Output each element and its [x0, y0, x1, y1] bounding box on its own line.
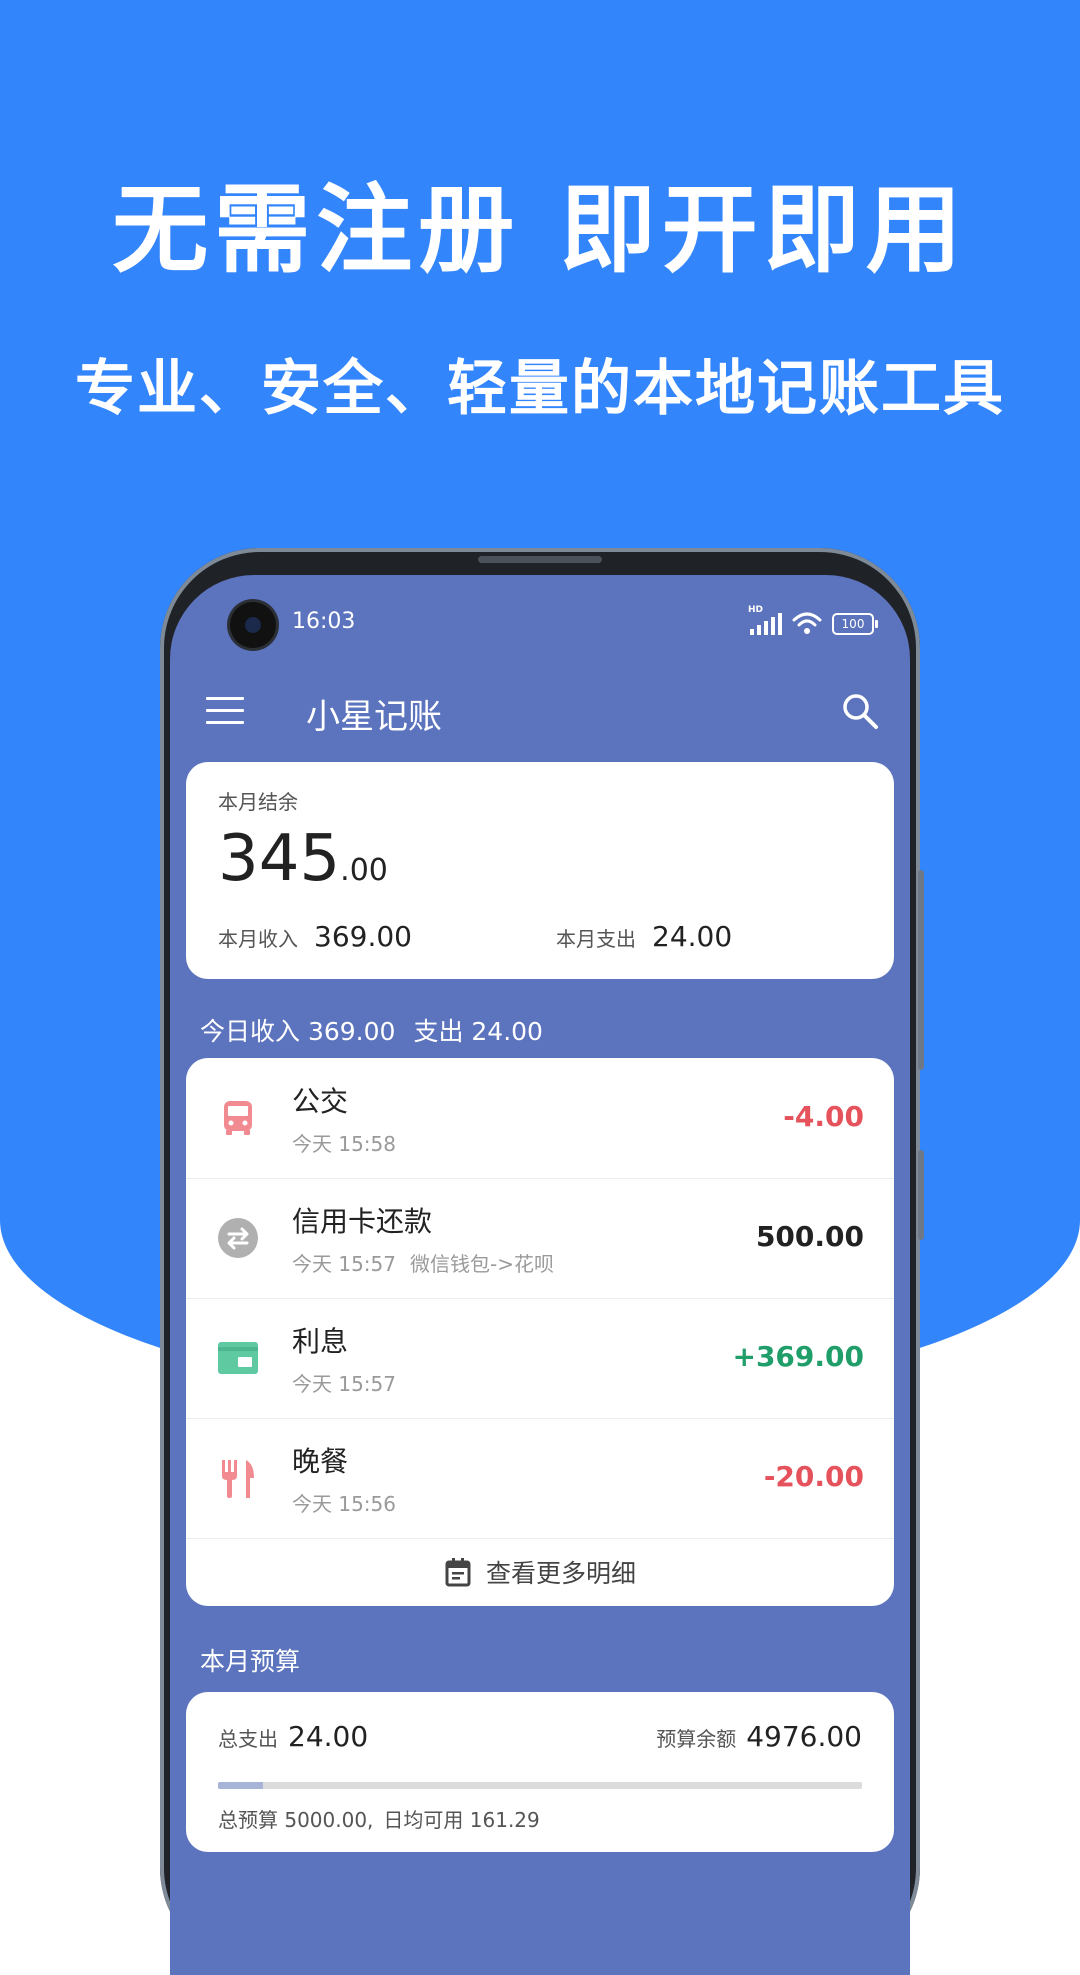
income-label: 本月收入 — [218, 927, 298, 951]
wifi-icon — [792, 612, 822, 634]
balance-label: 本月结余 — [218, 790, 298, 814]
transaction-name: 利息 — [292, 1325, 349, 1358]
search-icon[interactable] — [840, 691, 880, 731]
front-camera — [230, 602, 276, 648]
budget-remaining-label: 预算余额 — [656, 1727, 737, 1751]
transfer-icon — [218, 1218, 258, 1258]
today-income: 今日收入 369.00 — [200, 1017, 396, 1046]
view-more-details-button[interactable]: 查看更多明细 — [186, 1538, 894, 1606]
phone-speaker — [478, 556, 602, 563]
transaction-time: 今天 15:57 — [292, 1252, 396, 1276]
transaction-note: 微信钱包->花呗 — [410, 1252, 554, 1276]
balance-amount-integer: 345 — [218, 822, 341, 896]
transaction-meta: 今天 15:56 — [292, 1488, 396, 1517]
balance-amount: 345.00 — [218, 822, 388, 896]
budget-total-spent: 总支出 24.00 — [218, 1720, 368, 1753]
transaction-name: 晚餐 — [292, 1445, 349, 1478]
transaction-row[interactable]: 公交 今天 15:58 -4.00 — [186, 1058, 894, 1179]
today-expense: 支出 24.00 — [413, 1017, 543, 1046]
transaction-amount: -20.00 — [763, 1460, 864, 1493]
budget-card[interactable]: 总支出 24.00 预算余额 4976.00 总预算 5000.00, 日均可用… — [186, 1692, 894, 1852]
total-spent-label: 总支出 — [218, 1727, 278, 1751]
phone-screen: 16:03 HD 100 小星记账 本月结余 345.00 本月收入 369.0… — [170, 575, 910, 1975]
hd-label: HD — [748, 605, 764, 615]
budget-remaining: 预算余额 4976.00 — [656, 1720, 862, 1753]
expense-label: 本月支出 — [556, 927, 636, 951]
transaction-meta: 今天 15:57 — [292, 1368, 396, 1397]
monthly-expense: 本月支出 24.00 — [556, 920, 732, 953]
transaction-amount: +369.00 — [732, 1340, 864, 1373]
transaction-time: 今天 15:57 — [292, 1372, 396, 1396]
income-value: 369.00 — [314, 920, 412, 953]
budget-total-note: 总预算 5000.00, — [218, 1808, 374, 1832]
phone-power-button — [918, 1150, 924, 1240]
bus-icon — [224, 1101, 252, 1135]
transaction-row[interactable]: 晚餐 今天 15:56 -20.00 — [186, 1418, 894, 1539]
cutlery-icon — [222, 1460, 254, 1498]
transaction-meta: 今天 15:57 微信钱包->花呗 — [292, 1248, 554, 1277]
total-spent-value: 24.00 — [288, 1720, 369, 1753]
status-bar: 16:03 HD 100 — [170, 575, 910, 665]
budget-progress-bar — [218, 1782, 862, 1789]
transaction-time: 今天 15:58 — [292, 1132, 396, 1156]
expense-value: 24.00 — [652, 920, 733, 953]
transaction-name: 公交 — [292, 1085, 349, 1118]
budget-note: 总预算 5000.00, 日均可用 161.29 — [218, 1804, 540, 1833]
transaction-meta: 今天 15:58 — [292, 1128, 396, 1157]
transaction-amount: 500.00 — [755, 1220, 864, 1253]
monthly-income: 本月收入 369.00 — [218, 920, 412, 953]
promo-headline: 无需注册 即开即用 — [112, 174, 968, 286]
status-time: 16:03 — [292, 609, 356, 634]
budget-daily-note: 日均可用 161.29 — [383, 1808, 540, 1832]
battery-icon: 100 — [832, 613, 878, 635]
transaction-row[interactable]: 利息 今天 15:57 +369.00 — [186, 1298, 894, 1419]
transaction-name: 信用卡还款 — [292, 1205, 433, 1238]
transaction-time: 今天 15:56 — [292, 1492, 396, 1516]
budget-remaining-value: 4976.00 — [746, 1720, 862, 1753]
calendar-icon — [445, 1558, 471, 1587]
transaction-list: 公交 今天 15:58 -4.00 信用卡还款 今天 15:57 微信钱包->花… — [186, 1058, 894, 1606]
view-more-label: 查看更多明细 — [485, 1559, 636, 1588]
transaction-amount: -4.00 — [783, 1100, 864, 1133]
transaction-row[interactable]: 信用卡还款 今天 15:57 微信钱包->花呗 500.00 — [186, 1178, 894, 1299]
phone-volume-button — [918, 870, 924, 1070]
monthly-balance-card[interactable]: 本月结余 345.00 本月收入 369.00 本月支出 24.00 — [186, 762, 894, 979]
status-icons: HD 100 — [748, 605, 878, 635]
signal-icon: HD — [748, 605, 782, 635]
today-summary: 今日收入 369.00 支出 24.00 — [200, 1012, 543, 1048]
promo-subheadline: 专业、安全、轻量的本地记账工具 — [75, 354, 1005, 424]
app-bar: 小星记账 — [170, 665, 910, 775]
budget-progress-fill — [218, 1782, 264, 1789]
menu-icon[interactable] — [206, 697, 244, 725]
balance-amount-fraction: .00 — [340, 853, 388, 888]
budget-section-title: 本月预算 — [200, 1647, 301, 1676]
wallet-icon — [218, 1342, 258, 1374]
app-title: 小星记账 — [306, 697, 442, 737]
